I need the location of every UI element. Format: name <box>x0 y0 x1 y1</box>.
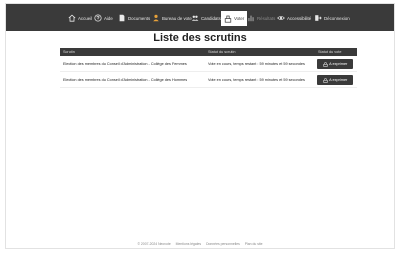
nav-item-bureau-de-vote[interactable]: Bureau de vote <box>152 13 192 23</box>
nav-item-aide[interactable]: Aide <box>94 13 113 23</box>
nav-item-documents[interactable]: Documents <box>118 13 150 23</box>
header-statut-vote: Statut du vote <box>318 50 342 54</box>
vote-button-label: A exprimer <box>329 62 348 66</box>
nav-item-accueil[interactable]: Accueil <box>68 13 92 23</box>
footer-copyright: © 2007-2024 Neovote <box>137 242 171 246</box>
nav-item-candidats[interactable]: Candidats <box>191 13 221 23</box>
nav-item-resultats: Résultats <box>247 13 275 23</box>
scrutin-name: Election des membres du Conseil d'Admini… <box>63 78 188 82</box>
vote-button-label: A exprimer <box>329 78 348 82</box>
page-title: Liste des scrutins <box>153 32 247 44</box>
page-frame: Accueil Aide Documents Bureau de vote Ca… <box>5 3 395 249</box>
table-header: Scrutin Statut du scrutin Statut du vote <box>60 48 357 56</box>
candidates-icon <box>191 15 199 21</box>
nav-item-accessibilite[interactable]: Accessibilité <box>277 13 311 23</box>
nav-item-deconnexion[interactable]: Déconnexion <box>314 13 350 23</box>
vote-button[interactable]: A exprimer <box>317 75 353 85</box>
footer-link-plan[interactable]: Plan du site <box>245 242 263 246</box>
scrutin-status: Vote en cours, temps restant : 59 minute… <box>208 62 305 66</box>
scrutin-name: Election des membres du Conseil d'Admini… <box>63 62 187 66</box>
ballot-icon <box>323 77 328 83</box>
scrutins-table: Scrutin Statut du scrutin Statut du vote… <box>60 48 357 88</box>
nav-label-resultats: Résultats <box>257 15 276 21</box>
top-navigation: Accueil Aide Documents Bureau de vote Ca… <box>6 4 394 31</box>
ballot-icon <box>323 61 328 67</box>
nav-label-candidats: Candidats <box>201 15 221 21</box>
header-scrutin: Scrutin <box>63 50 75 54</box>
nav-label-deconnexion: Déconnexion <box>324 15 350 21</box>
nav-label-accessibilite: Accessibilité <box>287 15 312 21</box>
nav-label-bureau-de-vote: Bureau de vote <box>162 15 192 21</box>
results-icon <box>248 15 254 22</box>
footer-link-donnees[interactable]: Données personnelles <box>206 242 240 246</box>
table-row: Election des membres du Conseil d'Admini… <box>60 72 357 88</box>
footer-link-mentions[interactable]: Mentions légales <box>176 242 201 246</box>
header-statut-scrutin: Statut du scrutin <box>208 50 236 54</box>
table-row: Election des membres du Conseil d'Admini… <box>60 56 357 72</box>
nav-item-voter[interactable]: Voter <box>221 11 248 26</box>
nav-label-voter: Voter <box>234 16 245 21</box>
bureau-icon <box>153 14 159 22</box>
nav-label-documents: Documents <box>128 15 151 21</box>
logout-icon <box>315 15 322 21</box>
home-icon <box>68 14 76 22</box>
nav-label-accueil: Accueil <box>78 15 93 21</box>
footer: © 2007-2024 Neovote Mentions légales Don… <box>6 242 394 246</box>
ballot-icon <box>224 15 232 23</box>
scrutin-status: Vote en cours, temps restant : 59 minute… <box>208 78 305 82</box>
eye-icon <box>277 15 285 21</box>
help-icon <box>94 14 102 22</box>
nav-label-aide: Aide <box>104 15 113 21</box>
vote-button[interactable]: A exprimer <box>317 59 353 69</box>
document-icon <box>119 14 125 22</box>
